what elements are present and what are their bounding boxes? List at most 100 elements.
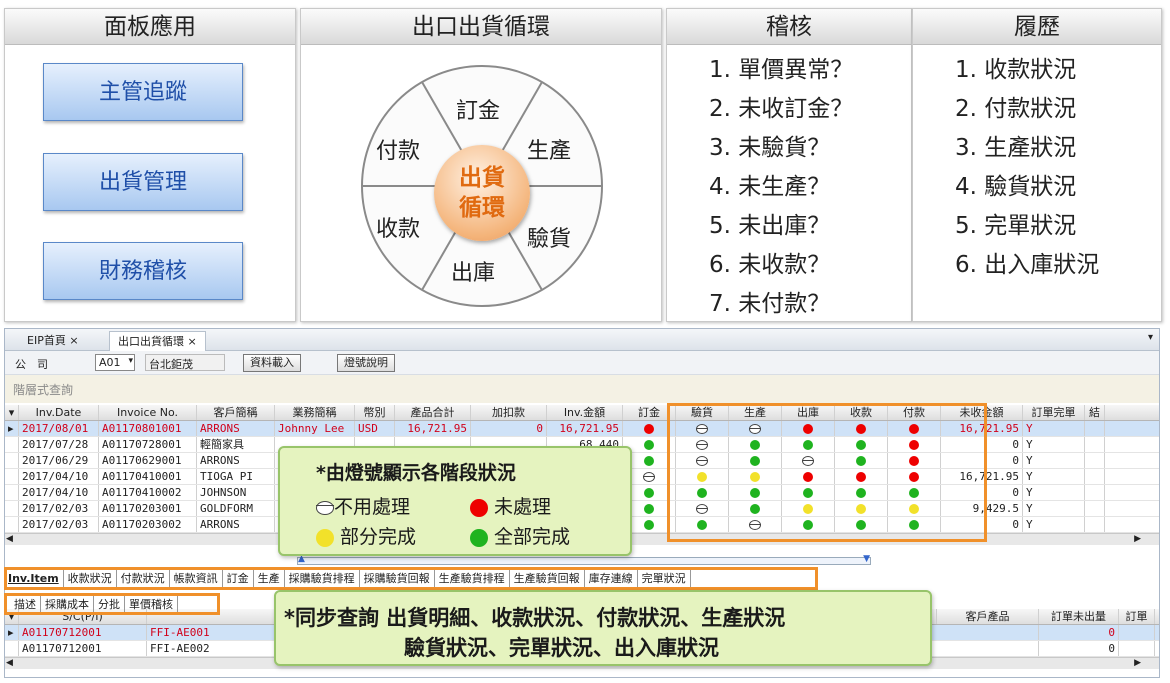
audit-item: 6. 未收款？ bbox=[709, 252, 831, 278]
cell-empty bbox=[1085, 517, 1105, 532]
history-list: 1. 收款狀況 2. 付款狀況 3. 生產狀況 4. 驗貨狀況 5. 完單狀況 … bbox=[913, 51, 1161, 285]
sub-tabs-highlight bbox=[4, 593, 220, 615]
col-cust-product[interactable]: 客戶產品 bbox=[937, 609, 1039, 624]
audit-list: 1. 單價異常？ 2. 未收訂金？ 3. 未驗貨？ 4. 未生產？ 5. 未出庫… bbox=[667, 51, 911, 324]
load-data-button[interactable]: 資料載入 bbox=[243, 354, 301, 372]
col-inv-amount[interactable]: Inv.金額 bbox=[547, 405, 623, 420]
legend-yellow: 部分完成 bbox=[316, 522, 416, 549]
audit-item: 3. 未驗貨？ bbox=[709, 135, 831, 161]
green-light-icon bbox=[644, 440, 654, 450]
cell-cust: ARRONS bbox=[197, 421, 275, 436]
cell-empty bbox=[1085, 501, 1105, 516]
company-select[interactable]: A01 ▾ bbox=[95, 354, 135, 371]
cell-inv: A01170728001 bbox=[99, 437, 197, 452]
company-name: 台北鉅茂 bbox=[145, 354, 225, 371]
history-item: 4. 驗貨狀況 bbox=[955, 174, 1077, 200]
cell-date: 2017/04/10 bbox=[19, 485, 99, 500]
cell-cust: TIOGA PI bbox=[197, 469, 275, 484]
splitter-handle[interactable]: ▲ ▼ bbox=[297, 554, 871, 565]
hierarchy-label: 階層式查詢 bbox=[5, 375, 1159, 403]
row-indicator bbox=[5, 453, 19, 468]
red-light-icon bbox=[470, 498, 488, 517]
shipping-management-button[interactable]: 出貨管理 bbox=[43, 153, 243, 211]
history-item: 2. 付款狀況 bbox=[955, 96, 1077, 122]
cell-done: Y bbox=[1023, 421, 1085, 436]
scroll-left-icon[interactable]: ◀ bbox=[6, 534, 13, 544]
cell-date: 2017/08/01 bbox=[19, 421, 99, 436]
col-invoice-no[interactable]: Invoice No. bbox=[99, 405, 197, 420]
cell-sales: Johnny Lee bbox=[275, 421, 355, 436]
col-order[interactable]: 訂單 bbox=[1119, 609, 1155, 624]
tab-export-cycle[interactable]: 出口出貨循環 × bbox=[109, 331, 206, 351]
col-product-total[interactable]: 產品合計 bbox=[395, 405, 471, 420]
no-action-icon bbox=[643, 472, 655, 482]
col-sales[interactable]: 業務簡稱 bbox=[275, 405, 355, 420]
company-label: 公 司 bbox=[15, 358, 48, 371]
legend-none: 不用處理 bbox=[316, 492, 410, 519]
row-indicator bbox=[5, 469, 19, 484]
panel-dashboard: 面板應用 主管追蹤 出貨管理 財務稽核 bbox=[4, 8, 296, 322]
item-sc: A01170712001 bbox=[19, 625, 147, 640]
cell-empty bbox=[1085, 421, 1105, 436]
cycle-center: 出貨 循環 bbox=[434, 145, 530, 241]
scroll-left-icon[interactable]: ◀ bbox=[6, 658, 13, 668]
sync-note-line2: 驗貨狀況、完單狀況、出入庫狀況 bbox=[404, 636, 719, 660]
detail-tabs-highlight bbox=[4, 567, 818, 590]
light-legend-button[interactable]: 燈號說明 bbox=[337, 354, 395, 372]
yellow-light-icon bbox=[316, 528, 334, 547]
history-item: 1. 收款狀況 bbox=[955, 57, 1077, 83]
scroll-right-icon[interactable]: ▶ bbox=[1134, 534, 1141, 544]
panel-title: 履歷 bbox=[913, 9, 1161, 45]
col-order-remain[interactable]: 訂單未出量 bbox=[1039, 609, 1119, 624]
cell-adj: 0 bbox=[471, 421, 547, 436]
cycle-wheel: 訂金 生產 驗貨 出庫 收款 付款 出貨 循環 bbox=[359, 63, 605, 309]
col-customer[interactable]: 客戶簡稱 bbox=[197, 405, 275, 420]
cell-inv: A01170410002 bbox=[99, 485, 197, 500]
manager-tracking-button[interactable]: 主管追蹤 bbox=[43, 63, 243, 121]
panel-audit: 稽核 1. 單價異常？ 2. 未收訂金？ 3. 未驗貨？ 4. 未生產？ 5. … bbox=[666, 8, 912, 322]
item-sc: A01170712001 bbox=[19, 641, 147, 656]
segment-payment: 付款 bbox=[376, 139, 421, 164]
cell-date: 2017/02/03 bbox=[19, 501, 99, 516]
col-order-done[interactable]: 訂單完單 bbox=[1023, 405, 1085, 420]
row-indicator-col: ▾ bbox=[5, 405, 19, 420]
toolbar: 公 司 A01 ▾ 台北鉅茂 資料載入 燈號說明 bbox=[5, 351, 1159, 375]
history-item: 5. 完單狀況 bbox=[955, 213, 1077, 239]
center-line-2: 循環 bbox=[459, 195, 505, 221]
chevron-down-icon[interactable]: ▾ bbox=[1148, 332, 1153, 343]
close-icon[interactable]: × bbox=[188, 335, 197, 348]
segment-receipt: 收款 bbox=[376, 217, 421, 242]
item-qty: 0 bbox=[1039, 625, 1119, 640]
arrow-down-icon[interactable]: ▼ bbox=[863, 554, 870, 564]
cell-done: Y bbox=[1023, 517, 1085, 532]
cell-cust: GOLDFORM bbox=[197, 501, 275, 516]
scroll-right-icon[interactable]: ▶ bbox=[1134, 658, 1141, 668]
row-indicator bbox=[5, 501, 19, 516]
col-close[interactable]: 結 bbox=[1085, 405, 1105, 420]
center-line-1: 出貨 bbox=[459, 165, 505, 191]
cell-empty bbox=[1085, 437, 1105, 452]
cell-cust: ARRONS bbox=[197, 453, 275, 468]
col-inv-date[interactable]: Inv.Date bbox=[19, 405, 99, 420]
legend-green: 全部完成 bbox=[470, 522, 570, 549]
finance-audit-button[interactable]: 財務稽核 bbox=[43, 242, 243, 300]
segment-deposit: 訂金 bbox=[456, 99, 501, 124]
no-action-icon bbox=[316, 500, 334, 515]
cell-inv: A01170629001 bbox=[99, 453, 197, 468]
chevron-down-icon[interactable]: ▾ bbox=[128, 356, 133, 366]
cell-inv: A01170203001 bbox=[99, 501, 197, 516]
tab-eip-home[interactable]: EIP首頁 × bbox=[19, 331, 87, 351]
close-icon[interactable]: × bbox=[69, 334, 78, 347]
cell-done: Y bbox=[1023, 469, 1085, 484]
cell-cust: 輕簡家具 bbox=[197, 437, 275, 452]
sync-note-line1: *同步查詢 出貨明細、收款狀況、付款狀況、生產狀況 bbox=[284, 606, 786, 630]
panel-cycle: 出口出貨循環 訂金 生產 驗貨 出庫 收款 付款 出貨 循環 bbox=[300, 8, 662, 322]
col-currency[interactable]: 幣別 bbox=[355, 405, 395, 420]
audit-item: 1. 單價異常？ bbox=[709, 57, 854, 83]
tab-bar: EIP首頁 × 出口出貨循環 × ▾ bbox=[5, 329, 1159, 351]
cell-done: Y bbox=[1023, 453, 1085, 468]
cell-empty bbox=[1085, 453, 1105, 468]
audit-item: 2. 未收訂金？ bbox=[709, 96, 854, 122]
cell-cust: JOHNSON bbox=[197, 485, 275, 500]
col-adjust[interactable]: 加扣款 bbox=[471, 405, 547, 420]
